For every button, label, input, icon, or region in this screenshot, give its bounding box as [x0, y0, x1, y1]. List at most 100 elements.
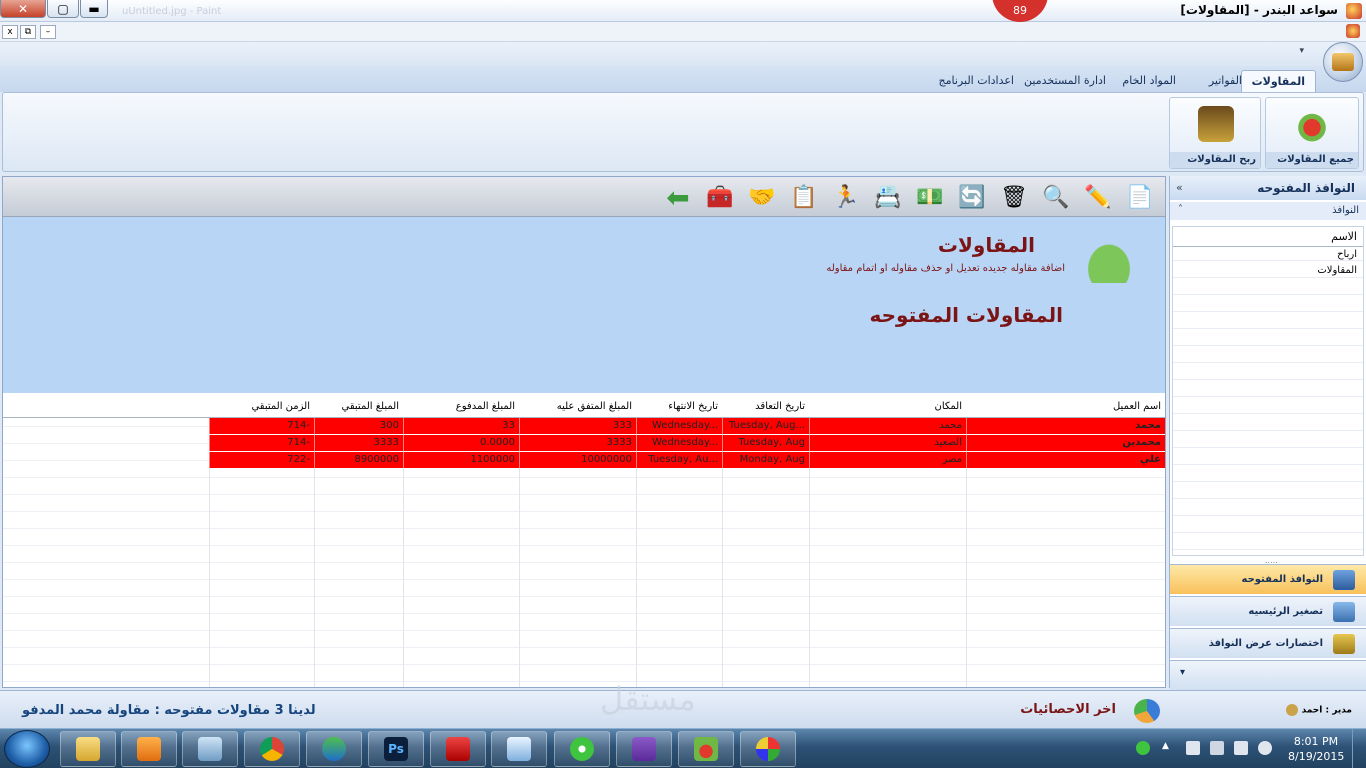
notepad-icon[interactable] [491, 731, 547, 767]
system-clock[interactable]: 8:01 PM 8/19/2015 [1288, 734, 1344, 764]
network-icon[interactable] [1234, 741, 1248, 755]
window-title: سواعد البندر - [المقاولات] [1180, 3, 1338, 17]
nav-open-windows[interactable]: النوافذ المفتوحه [1170, 564, 1366, 594]
new-page-icon[interactable]: 📄 [1123, 180, 1157, 214]
photoshop-icon[interactable]: Ps [368, 731, 424, 767]
column-header-agreed-amount[interactable]: المبلغ المتفق عليه [519, 393, 636, 418]
column-header-end-date[interactable]: تاريخ الانتهاء [636, 393, 722, 418]
contacts-book-icon[interactable]: 📇 [871, 180, 905, 214]
cell-paid-amount: 33 [403, 418, 519, 434]
treasure-chest-icon[interactable]: 🧰 [703, 180, 737, 214]
back-arrow-icon[interactable]: ⬅ [661, 180, 695, 214]
cell-paid-amount: 1100000 [403, 452, 519, 468]
column-header-contract-date[interactable]: تاريخ التعاقد [722, 393, 809, 418]
app-orb-icon [1332, 53, 1354, 71]
table-row[interactable]: علي مصر Monday, Aug Tuesday, Au... 10000… [209, 452, 1165, 468]
power-icon[interactable] [1210, 741, 1224, 755]
cell-remaining-amount: 8900000 [314, 452, 403, 468]
list-header: الاسم [1173, 227, 1363, 247]
latest-statistics-button[interactable]: اخر الاحصائيات [1008, 697, 1168, 725]
column-header-remaining-time[interactable]: الزمن المتبقي [209, 393, 314, 418]
checklist-icon[interactable]: 📋 [787, 180, 821, 214]
cell-remaining-time: 714- [209, 418, 314, 434]
ribbon-panel: جميع المقاولات ربح المقاولات [2, 92, 1364, 172]
cell-location: الصعيد [809, 435, 966, 451]
column-header-remaining-amount[interactable]: المبلغ المتبقي [314, 393, 403, 418]
collapse-pane-icon[interactable]: « [1176, 181, 1183, 194]
page-header: المقاولات اضافة مقاوله جديده تعديل او حذ… [3, 217, 1165, 393]
window-maximize-button[interactable]: ▢ [47, 0, 79, 18]
column-header-paid-amount[interactable]: المبلغ المدفوع [403, 393, 519, 418]
wifi-tray-icon[interactable] [1136, 741, 1150, 755]
show-hidden-icons-icon[interactable]: ▲ [1162, 741, 1176, 755]
edit-pencil-icon[interactable]: ✏️ [1081, 180, 1115, 214]
nav-window-shortcuts[interactable]: اختصارات عرض النوافذ [1170, 628, 1366, 658]
users-icon [1286, 704, 1299, 716]
cell-agreed-amount: 10000000 [519, 452, 636, 468]
person-running-icon[interactable]: 🏃 [829, 180, 863, 214]
show-desktop-button[interactable] [1352, 729, 1366, 768]
cell-contract-date: Tuesday, Aug [722, 435, 809, 451]
window-close-button[interactable]: ✕ [0, 0, 46, 18]
tab-user-management[interactable]: ادارة المستخدمين [1014, 70, 1116, 92]
handshake-icon[interactable]: 🤝 [745, 180, 779, 214]
page-title: المقاولات [937, 233, 1035, 257]
watermark: مستقل [600, 680, 696, 718]
section-title: المقاولات المفتوحه [869, 303, 1063, 327]
contracts-grid[interactable]: اسم العميل المكان تاريخ التعاقد تاريخ ال… [3, 393, 1165, 687]
mdi-restore-button[interactable]: ⧉ [20, 25, 36, 39]
nav-minimize-main[interactable]: تصغير الرئيسيه [1170, 596, 1366, 626]
column-header-location[interactable]: المكان [809, 393, 966, 418]
cell-location: محمد [809, 418, 966, 434]
mdi-close-button[interactable]: x [2, 25, 18, 39]
money-icon[interactable]: 💵 [913, 180, 947, 214]
tab-raw-materials[interactable]: المواد الخام [1112, 70, 1186, 92]
list-item[interactable]: المقاولات [1173, 263, 1363, 279]
ribbon-group-contract-profit[interactable]: ربح المقاولات [1169, 97, 1261, 169]
page-subtitle: اضافة مقاوله جديده تعديل او حذف مقاوله ا… [826, 263, 1065, 274]
recycle-bin-icon[interactable]: 🗑 [997, 180, 1031, 214]
nav-label: النوافذ المفتوحه [1241, 574, 1323, 585]
chrome-icon[interactable] [244, 731, 300, 767]
customize-dropdown-icon[interactable]: ▾ [1299, 46, 1304, 56]
refresh-icon[interactable]: 🔄 [955, 180, 989, 214]
notification-badge[interactable]: 89 [992, 0, 1048, 22]
snipping-tool-icon[interactable] [182, 731, 238, 767]
cell-end-date: Wednesday... [636, 435, 722, 451]
paint-icon[interactable] [740, 731, 796, 767]
wifi-hotspot-icon[interactable] [554, 731, 610, 767]
cell-remaining-time: 714- [209, 435, 314, 451]
tab-invoices[interactable]: الفواتير [1199, 70, 1252, 92]
collapse-section-icon[interactable]: ˄ [1178, 204, 1183, 215]
visual-studio-icon[interactable] [616, 731, 672, 767]
cell-remaining-time: 722- [209, 452, 314, 468]
ribbon-group-all-contracts[interactable]: جميع المقاولات [1265, 97, 1359, 169]
download-manager-icon[interactable] [306, 731, 362, 767]
media-player-icon[interactable] [121, 731, 177, 767]
toolbar: 📄 ✏️ 🔍 🗑 🔄 💵 📇 🏃 📋 🤝 🧰 ⬅ [3, 177, 1165, 217]
action-center-icon[interactable] [1186, 741, 1200, 755]
volume-icon[interactable] [1258, 741, 1272, 755]
table-row[interactable]: محمد محمد Tuesday, Aug... Wednesday... 3… [209, 418, 1165, 434]
window-minimize-button[interactable]: ▬ [80, 0, 108, 18]
mdi-minimize-button[interactable]: – [40, 25, 56, 39]
network-tool-icon[interactable] [430, 731, 486, 767]
quick-access-bar: ▾ [0, 42, 1366, 66]
nav-more-chevron-icon[interactable]: ▾ [1170, 660, 1366, 690]
cell-remaining-amount: 3333 [314, 435, 403, 451]
file-explorer-icon[interactable] [60, 731, 116, 767]
application-menu-button[interactable] [1323, 42, 1363, 82]
column-header-client-name[interactable]: اسم العميل [966, 393, 1165, 418]
ribbon-group-label: ربح المقاولات [1170, 152, 1260, 168]
list-item[interactable]: ارباح [1173, 247, 1363, 263]
table-row[interactable]: محمدين الصعيد Tuesday, Aug Wednesday... … [209, 435, 1165, 451]
windows-icon [1333, 570, 1355, 590]
house-icon[interactable] [678, 731, 734, 767]
cell-client: محمدين [966, 435, 1165, 451]
tab-program-settings[interactable]: اعدادات البرنامج [929, 70, 1024, 92]
start-button[interactable] [4, 730, 50, 768]
cell-end-date: Wednesday... [636, 418, 722, 434]
user-label: مدير : احمد [1301, 705, 1352, 716]
cell-paid-amount: 0.0000 [403, 435, 519, 451]
search-magnifier-icon[interactable]: 🔍 [1039, 180, 1073, 214]
